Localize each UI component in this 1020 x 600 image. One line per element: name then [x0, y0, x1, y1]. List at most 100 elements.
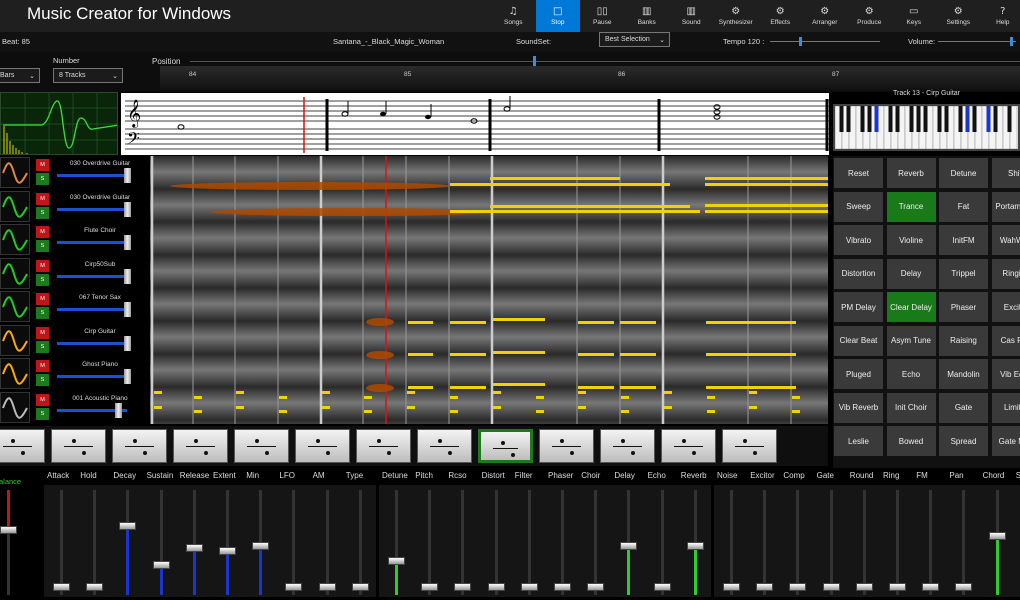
toolbar-button-help[interactable]: ? Help [981, 0, 1020, 32]
mute-button[interactable]: M [36, 159, 49, 171]
pattern-button[interactable] [661, 429, 716, 463]
pattern-button[interactable] [600, 429, 655, 463]
effect-button-exciter[interactable]: Exciter [991, 292, 1020, 322]
fader-knob[interactable] [285, 583, 303, 592]
solo-button[interactable]: S [36, 206, 49, 219]
effect-button-vibrato[interactable]: Vibrato [834, 225, 883, 255]
fader-track[interactable] [428, 490, 432, 595]
fader-track[interactable] [730, 490, 733, 595]
track-volume-thumb[interactable] [124, 268, 131, 284]
effect-button-sweep[interactable]: Sweep [834, 191, 883, 222]
instrument-icon[interactable] [0, 224, 30, 255]
fader-knob[interactable] [587, 583, 605, 592]
toolbar-button-effects[interactable]: ⚙ Effects [758, 0, 803, 32]
fader-knob[interactable] [822, 583, 840, 592]
effect-button-cas-pan[interactable]: Cas Pan [991, 325, 1020, 356]
effect-button-gate[interactable]: Gate [939, 392, 988, 423]
effect-button-detune[interactable]: Detune [939, 158, 988, 188]
fader-knob[interactable] [723, 583, 740, 592]
fader-knob[interactable] [789, 583, 807, 592]
effect-button-pluged[interactable]: Pluged [834, 359, 883, 389]
fader-knob[interactable] [388, 557, 405, 566]
fader-knob[interactable] [756, 583, 774, 592]
effect-button-clear-delay[interactable]: Clear Delay [886, 292, 936, 322]
fader-track[interactable] [594, 490, 598, 595]
fader-knob[interactable] [454, 583, 472, 592]
effect-button-trance[interactable]: Trance [886, 191, 936, 222]
track-volume-slider[interactable] [57, 241, 127, 244]
fader-knob[interactable] [487, 583, 505, 592]
pattern-button[interactable] [539, 429, 594, 463]
toolbar-button-pause[interactable]: ▯▯ Pause [580, 0, 625, 32]
tracks-select[interactable]: 8 Tracks ⌄ [53, 68, 123, 83]
track-volume-slider[interactable] [57, 207, 127, 211]
track-volume-thumb[interactable] [124, 235, 131, 250]
fader-track[interactable] [660, 490, 664, 595]
fader-knob[interactable] [554, 583, 571, 592]
fader-track[interactable] [829, 490, 833, 595]
fader-knob[interactable] [421, 583, 439, 592]
bars-select[interactable]: Bars ⌄ [0, 68, 40, 83]
fader-track[interactable] [325, 490, 329, 595]
track-row[interactable]: M S 030 Overdrive Guitar [0, 190, 150, 223]
track-volume-slider[interactable] [57, 375, 127, 378]
effect-button-limiter[interactable]: Limiter [991, 392, 1020, 423]
instrument-icon[interactable] [0, 257, 30, 289]
track-volume-thumb[interactable] [124, 168, 131, 183]
track-row[interactable]: M S Cirp50Sub [0, 257, 150, 290]
effect-button-phaser[interactable]: Phaser [939, 292, 988, 322]
track-row[interactable]: M S 030 Overdrive Guitar [0, 156, 150, 189]
effect-button-reverb[interactable]: Reverb [886, 158, 936, 188]
effect-button-ringing[interactable]: Ringing [991, 258, 1020, 289]
fader-knob[interactable] [351, 583, 369, 592]
effect-button-clear-beat[interactable]: Clear Beat [834, 325, 883, 356]
fader-knob[interactable] [686, 542, 704, 551]
mute-button[interactable]: M [36, 226, 49, 238]
effect-button-bowed[interactable]: Bowed [886, 426, 936, 456]
effect-button-spread[interactable]: Spread [939, 426, 988, 456]
position-slider-thumb[interactable] [533, 56, 536, 66]
fader-knob[interactable] [86, 583, 104, 592]
fader-knob[interactable] [185, 544, 203, 553]
solo-button[interactable]: S [36, 374, 49, 386]
toolbar-button-settings[interactable]: ⚙ Settings [936, 0, 981, 32]
track-volume-thumb[interactable] [115, 402, 122, 418]
volume-slider[interactable] [938, 41, 1016, 42]
piano-roll[interactable] [150, 156, 828, 424]
track-volume-thumb[interactable] [124, 201, 131, 217]
solo-button[interactable]: S [36, 240, 49, 252]
mute-button[interactable]: M [36, 259, 49, 272]
fader-track[interactable] [763, 490, 767, 595]
fader-knob[interactable] [855, 583, 873, 592]
track-volume-slider[interactable] [57, 308, 127, 311]
bar-ruler[interactable] [160, 66, 1020, 90]
pattern-button[interactable] [356, 429, 411, 463]
instrument-icon[interactable] [0, 358, 30, 389]
fader-knob[interactable] [988, 531, 1006, 540]
effect-button-portamento[interactable]: Portamento [991, 191, 1020, 222]
effect-button-init-choir[interactable]: Init Choir [886, 392, 936, 423]
track-volume-slider[interactable] [57, 341, 127, 345]
toolbar-button-banks[interactable]: ▥ Banks [625, 0, 670, 32]
pattern-button[interactable] [295, 429, 350, 463]
effect-button-vib-echo[interactable]: Vib Echo [991, 359, 1020, 389]
fader-track[interactable] [93, 490, 97, 595]
fader-knob[interactable] [219, 547, 236, 555]
mute-button[interactable]: M [36, 192, 49, 205]
fader-track[interactable] [358, 490, 362, 595]
instrument-icon[interactable] [0, 291, 30, 322]
solo-button[interactable]: S [36, 407, 49, 420]
track-volume-slider[interactable] [57, 274, 127, 278]
toolbar-button-produce[interactable]: ⚙ Produce [847, 0, 892, 32]
toolbar-button-stop[interactable]: □ Stop [535, 0, 580, 32]
fader-knob[interactable] [520, 583, 538, 592]
effect-button-asym-tune[interactable]: Asym Tune [886, 325, 936, 356]
fader-knob[interactable] [152, 561, 170, 570]
track-row[interactable]: M S Flute Choir [0, 223, 150, 256]
track-row[interactable]: M S Ghost Piano [0, 357, 150, 390]
fader-knob[interactable] [318, 583, 336, 592]
fader-track[interactable] [929, 490, 933, 595]
instrument-icon[interactable] [0, 324, 30, 356]
toolbar-button-synthesizer[interactable]: ⚙ Synthesizer [714, 0, 759, 32]
effect-button-distortion[interactable]: Distortion [834, 258, 883, 289]
